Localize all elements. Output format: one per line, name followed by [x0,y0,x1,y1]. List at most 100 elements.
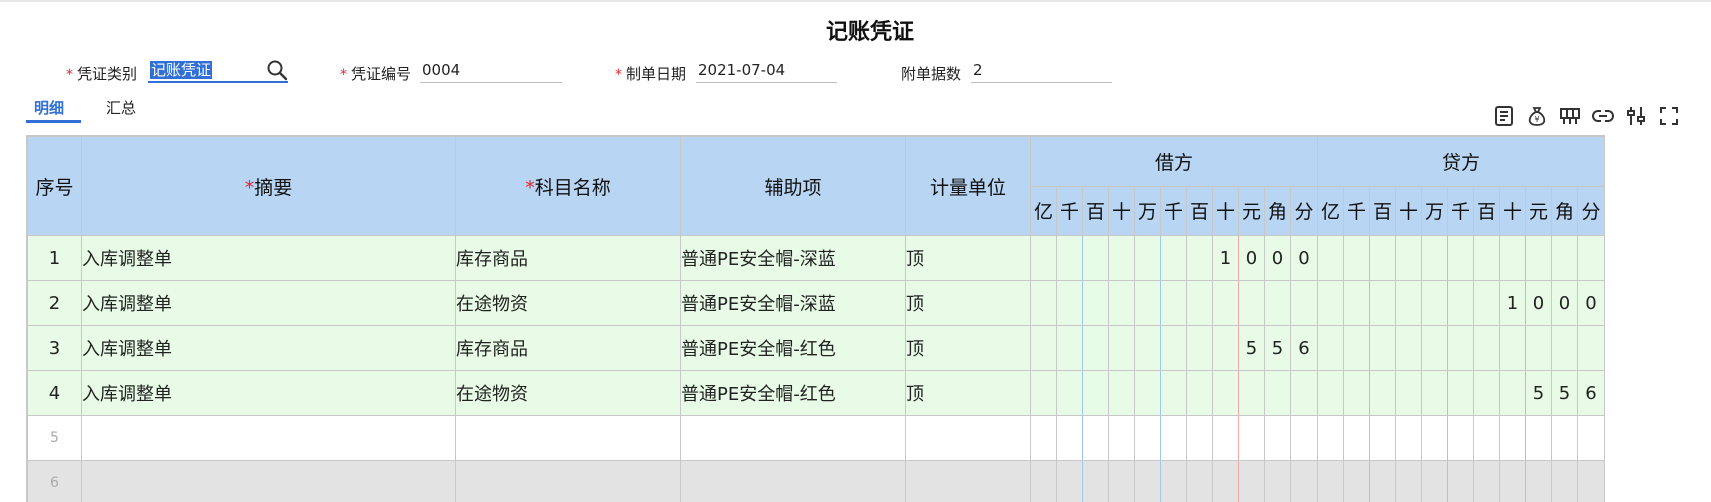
debit-digit-cell[interactable] [1186,370,1213,416]
debit-digit-cell[interactable] [1108,370,1135,416]
credit-digit-cell[interactable]: 0 [1577,280,1605,326]
debit-digit-cell[interactable] [1238,370,1265,416]
credit-digit-cell[interactable] [1473,325,1500,371]
unit-cell[interactable] [905,415,1031,461]
attachments-input[interactable]: 2 [971,57,1112,83]
credit-digit-cell[interactable] [1317,325,1344,371]
debit-digit-cell[interactable] [1212,370,1239,416]
credit-digit-cell[interactable] [1551,325,1578,371]
credit-digit-cell[interactable] [1551,415,1578,461]
debit-digit-cell[interactable] [1134,325,1161,371]
credit-digit-cell[interactable] [1525,415,1552,461]
debit-digit-cell[interactable] [1160,280,1187,326]
debit-digit-cell[interactable] [1238,280,1265,326]
debit-digit-cell[interactable] [1030,370,1057,416]
table-row[interactable]: 1 入库调整单 库存商品 普通PE安全帽-深蓝顶 1 0 0 0 [27,235,1605,281]
auxiliary-cell[interactable]: 普通PE安全帽-红色 [680,325,906,371]
credit-digit-cell[interactable]: 5 [1525,370,1552,416]
credit-digit-cell[interactable]: 0 [1525,280,1552,326]
debit-digit-cell[interactable] [1082,415,1109,461]
debit-digit-cell[interactable] [1082,460,1109,502]
tab-detail[interactable]: 明细 [34,97,64,118]
debit-digit-cell[interactable] [1056,325,1083,371]
list-icon[interactable] [1492,104,1516,128]
debit-digit-cell[interactable] [1186,235,1213,281]
debit-digit-cell[interactable] [1030,415,1057,461]
credit-digit-cell[interactable] [1447,460,1474,502]
credit-digit-cell[interactable] [1317,370,1344,416]
debit-digit-cell[interactable] [1134,460,1161,502]
credit-digit-cell[interactable] [1499,235,1526,281]
credit-digit-cell[interactable] [1369,235,1396,281]
chart-icon[interactable] [1558,104,1582,128]
debit-digit-cell[interactable] [1108,235,1135,281]
debit-digit-cell[interactable] [1108,280,1135,326]
unit-cell[interactable] [905,460,1031,502]
summary-cell[interactable]: 入库调整单 [81,370,456,416]
credit-digit-cell[interactable] [1343,325,1370,371]
debit-digit-cell[interactable]: 0 [1238,235,1265,281]
debit-digit-cell[interactable] [1134,280,1161,326]
debit-digit-cell[interactable] [1264,280,1291,326]
account-cell[interactable] [455,415,681,461]
credit-digit-cell[interactable] [1343,235,1370,281]
tab-summary[interactable]: 汇总 [106,97,136,118]
summary-cell[interactable] [81,460,456,502]
credit-digit-cell[interactable] [1525,325,1552,371]
account-cell[interactable]: 库存商品 [455,235,681,281]
table-row[interactable]: 5 [27,415,1605,461]
credit-digit-cell[interactable] [1395,325,1422,371]
debit-digit-cell[interactable] [1264,460,1291,502]
debit-digit-cell[interactable] [1056,280,1083,326]
debit-digit-cell[interactable] [1108,415,1135,461]
debit-digit-cell[interactable] [1186,280,1213,326]
credit-digit-cell[interactable] [1473,415,1500,461]
debit-digit-cell[interactable] [1134,370,1161,416]
credit-digit-cell[interactable] [1369,325,1396,371]
debit-digit-cell[interactable]: 6 [1290,325,1318,371]
link-icon[interactable] [1591,104,1615,128]
auxiliary-cell[interactable] [680,415,906,461]
debit-digit-cell[interactable] [1160,460,1187,502]
credit-digit-cell[interactable] [1525,460,1552,502]
credit-digit-cell[interactable] [1421,460,1448,502]
unit-cell[interactable]: 顶 [905,235,1031,281]
credit-digit-cell[interactable] [1395,460,1422,502]
table-row[interactable]: 2 入库调整单 在途物资 普通PE安全帽-深蓝顶 1 0 0 0 [27,280,1605,326]
table-row[interactable]: 3 入库调整单 库存商品 普通PE安全帽-红色顶 5 5 6 [27,325,1605,371]
debit-digit-cell[interactable] [1056,370,1083,416]
credit-digit-cell[interactable] [1421,415,1448,461]
debit-digit-cell[interactable]: 1 [1212,235,1239,281]
debit-digit-cell[interactable] [1108,325,1135,371]
credit-digit-cell[interactable] [1343,280,1370,326]
credit-digit-cell[interactable] [1551,235,1578,281]
credit-digit-cell[interactable] [1317,415,1344,461]
auxiliary-cell[interactable]: 普通PE安全帽-红色 [680,370,906,416]
debit-digit-cell[interactable] [1290,415,1318,461]
voucher-type-input[interactable]: 记账凭证 [148,57,288,83]
debit-digit-cell[interactable] [1212,325,1239,371]
debit-digit-cell[interactable] [1030,325,1057,371]
debit-digit-cell[interactable] [1186,415,1213,461]
debit-digit-cell[interactable] [1238,415,1265,461]
credit-digit-cell[interactable] [1343,460,1370,502]
credit-digit-cell[interactable] [1473,280,1500,326]
summary-cell[interactable]: 入库调整单 [81,280,456,326]
debit-digit-cell[interactable] [1082,325,1109,371]
credit-digit-cell[interactable] [1447,280,1474,326]
credit-digit-cell[interactable] [1499,325,1526,371]
credit-digit-cell[interactable] [1447,325,1474,371]
auxiliary-cell[interactable] [680,460,906,502]
debit-digit-cell[interactable] [1238,460,1265,502]
credit-digit-cell[interactable] [1395,415,1422,461]
debit-digit-cell[interactable]: 5 [1264,325,1291,371]
debit-digit-cell[interactable] [1160,415,1187,461]
auxiliary-cell[interactable]: 普通PE安全帽-深蓝 [680,280,906,326]
debit-digit-cell[interactable] [1082,235,1109,281]
credit-digit-cell[interactable] [1421,370,1448,416]
credit-digit-cell[interactable] [1577,235,1605,281]
debit-digit-cell[interactable] [1082,370,1109,416]
credit-digit-cell[interactable] [1369,415,1396,461]
fullscreen-icon[interactable] [1657,104,1681,128]
debit-digit-cell[interactable] [1134,415,1161,461]
